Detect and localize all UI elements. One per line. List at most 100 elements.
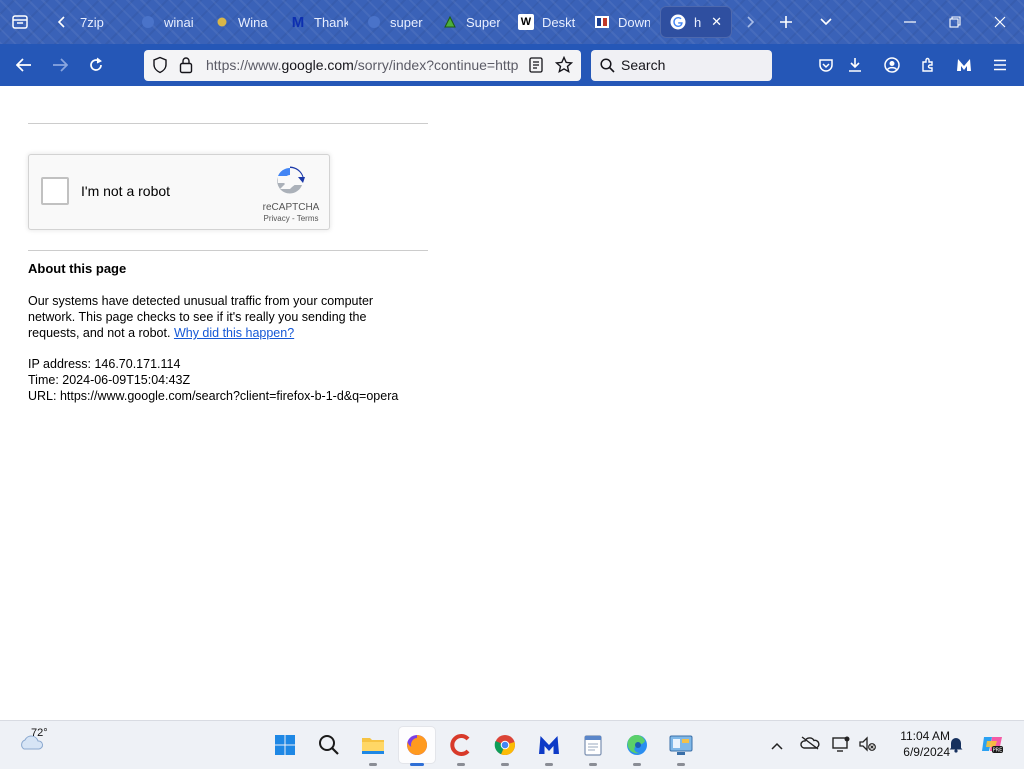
frog-icon <box>442 14 458 30</box>
reader-view-icon[interactable] <box>529 57 543 78</box>
url-path: /sorry/index?continue=http <box>353 57 518 73</box>
tab-super[interactable]: super <box>356 6 434 38</box>
chrome-icon[interactable] <box>487 727 523 766</box>
tab-winai[interactable]: winai <box>130 6 208 38</box>
blocked-url: URL: https://www.google.com/search?clien… <box>28 389 399 403</box>
running-indicator <box>589 763 597 766</box>
book-icon <box>594 14 610 30</box>
globe-icon <box>366 14 382 30</box>
list-all-tabs-icon[interactable] <box>812 8 840 36</box>
running-indicator <box>369 763 377 766</box>
downloads-icon[interactable] <box>841 51 869 79</box>
tab-super-2[interactable]: Super <box>432 6 510 38</box>
search-icon <box>600 58 615 78</box>
recaptcha-widget: I'm not a robot reCAPTCHA Privacy - Term… <box>28 154 330 230</box>
tab-label: Down <box>618 14 650 30</box>
tab-label: 7zip <box>80 14 104 30</box>
malwarebytes-extension-icon[interactable] <box>950 51 978 79</box>
recaptcha-links: Privacy - Terms <box>261 214 321 223</box>
network-display-icon[interactable] <box>832 736 850 757</box>
tab-label: winai <box>164 14 194 30</box>
privacy-link[interactable]: Privacy <box>264 214 290 223</box>
firefox-view-icon[interactable] <box>6 8 34 36</box>
tab-label: Super <box>466 14 500 30</box>
ip-address: IP address: 146.70.171.114 <box>28 357 181 371</box>
start-button[interactable] <box>267 727 303 763</box>
back-arrow-icon[interactable] <box>10 51 38 79</box>
top-divider <box>28 123 428 124</box>
malwarebytes-icon: M <box>291 13 305 31</box>
lock-icon[interactable] <box>179 56 193 79</box>
taskbar-search-icon[interactable] <box>311 727 347 763</box>
forward-arrow-icon[interactable] <box>46 51 74 79</box>
running-indicator <box>457 763 465 766</box>
google-g-icon <box>670 14 686 30</box>
reload-icon[interactable] <box>82 51 110 79</box>
new-tab-icon[interactable] <box>772 8 800 36</box>
extensions-icon[interactable] <box>914 51 942 79</box>
control-panel-icon[interactable] <box>663 727 699 766</box>
recaptcha-logo-icon <box>274 165 306 197</box>
terms-link[interactable]: Terms <box>297 214 319 223</box>
tab-deskt[interactable]: W Deskt <box>508 6 586 38</box>
running-indicator <box>410 763 424 766</box>
running-indicator <box>633 763 641 766</box>
why-did-this-happen-link[interactable]: Why did this happen? <box>174 326 294 340</box>
running-indicator <box>545 763 553 766</box>
onedrive-offline-icon[interactable] <box>800 736 820 755</box>
firefox-taskbar-icon[interactable] <box>399 727 435 766</box>
dot-icon <box>214 14 230 30</box>
clock-date: 6/9/2024 <box>903 745 950 759</box>
pocket-icon[interactable] <box>812 51 840 79</box>
search-placeholder: Search <box>621 57 666 73</box>
about-paragraph: Our systems have detected unusual traffi… <box>28 293 408 341</box>
search-bar[interactable]: Search <box>591 50 772 81</box>
edge-icon[interactable] <box>619 727 655 766</box>
not-a-robot-label: I'm not a robot <box>81 183 171 199</box>
svg-text:PRE: PRE <box>993 748 1003 754</box>
file-explorer-icon[interactable] <box>355 727 391 766</box>
tabs-scroll-right-icon[interactable] <box>736 8 764 36</box>
running-indicator <box>677 763 685 766</box>
hamburger-menu-icon[interactable] <box>986 51 1014 79</box>
tab-label: Deskt <box>542 14 576 30</box>
not-a-robot-checkbox[interactable] <box>41 177 69 205</box>
bottom-divider <box>28 250 428 251</box>
recaptcha-brand: reCAPTCHA <box>262 202 320 213</box>
copilot-icon[interactable]: PRE <box>980 733 1004 760</box>
tracking-protection-shield-icon[interactable] <box>151 56 169 79</box>
volume-muted-icon[interactable] <box>858 736 876 757</box>
weather-temperature[interactable]: 72° <box>31 727 48 739</box>
url-text[interactable]: https://www.google.com/sorry/index?conti… <box>206 57 518 73</box>
malwarebytes-taskbar-icon[interactable] <box>531 727 567 766</box>
close-tab-icon[interactable]: ✕ <box>711 14 722 30</box>
ccleaner-icon[interactable] <box>443 727 479 766</box>
clock-time: 11:04 AM <box>900 729 950 743</box>
show-hidden-icons-chevron-icon[interactable] <box>770 738 784 756</box>
system-clock[interactable]: 11:04 AM 6/9/2024 <box>880 728 950 760</box>
tab-active-google[interactable]: htt ✕ <box>660 6 732 38</box>
tab-thank[interactable]: M Thank <box>280 6 358 38</box>
globe-icon <box>140 14 156 30</box>
links-separator: - <box>289 214 297 223</box>
running-indicator <box>501 763 509 766</box>
notepad-icon[interactable] <box>575 727 611 766</box>
tab-bar: 7zip winai Wina M Thank super Super W De… <box>0 0 1024 44</box>
url-domain: google.com <box>281 57 354 73</box>
tab-label: htt <box>694 14 702 30</box>
restore-window-icon[interactable] <box>935 8 975 36</box>
tab-label: Thank <box>314 14 348 30</box>
tab-wina[interactable]: Wina <box>204 6 282 38</box>
bookmark-star-icon[interactable] <box>554 55 574 79</box>
close-window-icon[interactable] <box>980 8 1020 36</box>
url-prefix: https://www. <box>206 57 282 73</box>
windows-taskbar: PRE <box>0 720 1024 769</box>
w-icon: W <box>518 14 534 30</box>
tab-label: super <box>390 14 423 30</box>
account-icon[interactable] <box>878 51 906 79</box>
tab-label: Wina <box>238 14 268 30</box>
tab-down[interactable]: Down <box>584 6 660 38</box>
address-bar[interactable]: https://www.google.com/sorry/index?conti… <box>144 50 581 81</box>
minimize-window-icon[interactable] <box>890 8 930 36</box>
timestamp: Time: 2024-06-09T15:04:43Z <box>28 373 191 387</box>
